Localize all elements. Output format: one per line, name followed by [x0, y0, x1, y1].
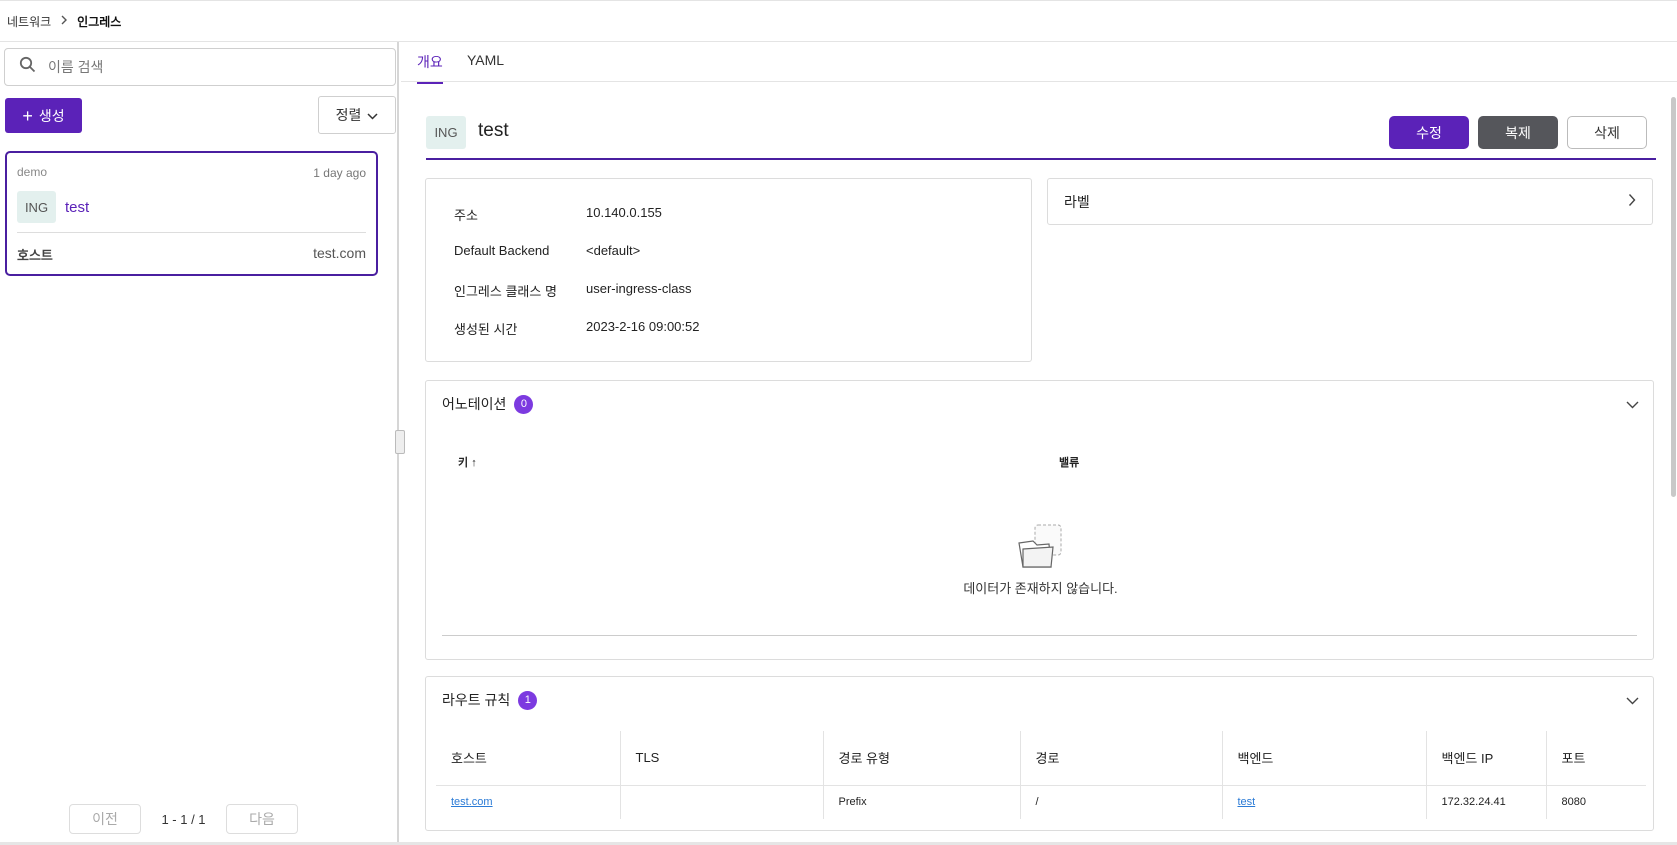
route-rules-count-badge: 1: [518, 690, 538, 710]
create-button-label: 생성: [38, 107, 65, 124]
chevron-down-icon[interactable]: [1626, 396, 1639, 414]
prev-page-button[interactable]: 이전: [69, 804, 141, 834]
plus-icon: +: [22, 105, 33, 126]
column-header-host: 호스트: [436, 731, 621, 785]
info-value: 2023-2-16 09:00:52: [586, 319, 700, 334]
kind-badge: ING: [426, 116, 466, 149]
info-value: 10.140.0.155: [586, 205, 662, 220]
cell-path: /: [1020, 784, 1223, 819]
breadcrumb: 네트워크 인그레스: [0, 0, 1677, 42]
info-row-address: 주소 10.140.0.155: [454, 205, 662, 224]
item-name-link[interactable]: test: [65, 199, 89, 216]
arrow-up-icon: ↑: [471, 457, 477, 469]
info-card: 주소 10.140.0.155 Default Backend <default…: [425, 178, 1032, 362]
sort-button[interactable]: 정렬: [318, 96, 396, 134]
host-link[interactable]: test.com: [451, 796, 493, 808]
labels-section[interactable]: 라벨: [1047, 178, 1653, 225]
route-rules-table: 호스트 TLS 경로 유형 경로 백엔드 백엔드 IP 포트 test.com …: [436, 731, 1646, 819]
info-key: Default Backend: [454, 243, 550, 258]
detail-panel: 개요 YAML ING test 수정 복제 삭제 주소 10.140.0.15…: [401, 42, 1677, 842]
table-bottom-border: [442, 635, 1637, 636]
info-value: <default>: [586, 243, 641, 258]
column-header-port: 포트: [1561, 751, 1586, 767]
column-header-path-type: 경로 유형: [823, 731, 1021, 785]
table-header-row: 호스트 TLS 경로 유형 경로 백엔드 백엔드 IP 포트: [436, 731, 1646, 785]
annotations-title: 어노테이션: [442, 396, 507, 412]
table-row: test.com Prefix / test 172.32.24.41 8080: [436, 784, 1646, 819]
annotations-count-badge: 0: [514, 394, 534, 414]
cell-path-type: Prefix: [823, 784, 1021, 819]
page-info: 1 - 1 / 1: [161, 811, 206, 827]
column-header-backend: 백엔드: [1222, 731, 1427, 785]
duplicate-button[interactable]: 복제: [1478, 116, 1558, 149]
cell-backend-ip: 172.32.24.41: [1426, 784, 1547, 819]
page-title: test: [478, 120, 509, 141]
list-item[interactable]: demo 1 day ago ING test 호스트 test.com: [5, 151, 378, 276]
info-key: 주소: [454, 208, 478, 223]
empty-message: 데이터가 존재하지 않습니다.: [963, 581, 1118, 596]
search-input[interactable]: [48, 59, 368, 75]
tab-overview[interactable]: 개요: [417, 52, 443, 84]
empty-folder-icon: [1015, 524, 1067, 573]
empty-state: 데이터가 존재하지 않습니다.: [426, 523, 1655, 597]
search-icon: [19, 56, 36, 78]
route-rules-section: 라우트 규칙 1 호스트 TLS 경로 유형 경로 백엔드 백엔드 IP 포트: [425, 676, 1654, 831]
host-value: test.com: [313, 245, 366, 261]
info-row-default-backend: Default Backend <default>: [454, 243, 640, 258]
chevron-right-icon: [60, 14, 68, 28]
column-header-path: 경로: [1020, 731, 1223, 785]
route-rules-header[interactable]: 라우트 규칙 1: [442, 690, 538, 710]
pagination: 이전 1 - 1 / 1 다음: [69, 804, 298, 834]
next-page-button[interactable]: 다음: [226, 804, 298, 834]
delete-button[interactable]: 삭제: [1567, 116, 1647, 149]
column-header-backend-ip: 백엔드 IP: [1426, 731, 1547, 785]
backend-link[interactable]: test: [1238, 796, 1256, 808]
info-value: user-ingress-class: [586, 281, 692, 296]
create-button[interactable]: + 생성: [5, 98, 82, 133]
vertical-scrollbar[interactable]: [1671, 97, 1676, 497]
kind-badge: ING: [17, 191, 56, 223]
namespace-label: demo: [17, 165, 48, 179]
labels-title: 라벨: [1064, 193, 1090, 210]
column-header-key[interactable]: 키 ↑: [458, 454, 477, 470]
breadcrumb-network[interactable]: 네트워크: [7, 13, 51, 30]
detail-header: ING test 수정 복제 삭제: [426, 116, 1656, 160]
annotations-section: 어노테이션 0 키 ↑ 밸류 데이터가 존재하지 않습니다.: [425, 380, 1654, 660]
cell-tls: [620, 784, 824, 819]
age-label: 1 day ago: [313, 166, 366, 180]
host-label: 호스트: [17, 248, 53, 263]
cell-backend: test: [1222, 784, 1427, 819]
list-panel: + 생성 정렬 demo 1 day ago ING test 호스트 test…: [0, 42, 399, 842]
cell-port: 8080: [1546, 784, 1646, 819]
column-header-value[interactable]: 밸류: [1059, 454, 1079, 470]
divider: [17, 232, 366, 233]
chevron-down-icon: [367, 107, 378, 123]
info-key: 인그레스 클래스 명: [454, 284, 557, 299]
sort-button-label: 정렬: [335, 107, 362, 123]
info-key: 생성된 시간: [454, 322, 518, 337]
info-row-created-time: 생성된 시간 2023-2-16 09:00:52: [454, 319, 699, 338]
search-box[interactable]: [4, 48, 396, 86]
chevron-down-icon[interactable]: [1626, 692, 1639, 710]
annotations-header[interactable]: 어노테이션 0: [442, 394, 534, 414]
chevron-right-icon: [1628, 193, 1636, 210]
breadcrumb-current: 인그레스: [77, 14, 122, 29]
cell-host: test.com: [436, 784, 621, 819]
tab-bar: 개요 YAML: [401, 42, 1677, 84]
edit-button[interactable]: 수정: [1389, 116, 1469, 149]
info-row-ingress-class: 인그레스 클래스 명 user-ingress-class: [454, 281, 691, 300]
tab-yaml[interactable]: YAML: [467, 52, 504, 78]
route-rules-title: 라우트 규칙: [442, 692, 511, 708]
column-header-tls: TLS: [620, 731, 824, 785]
column-key-label: 키: [458, 457, 469, 469]
